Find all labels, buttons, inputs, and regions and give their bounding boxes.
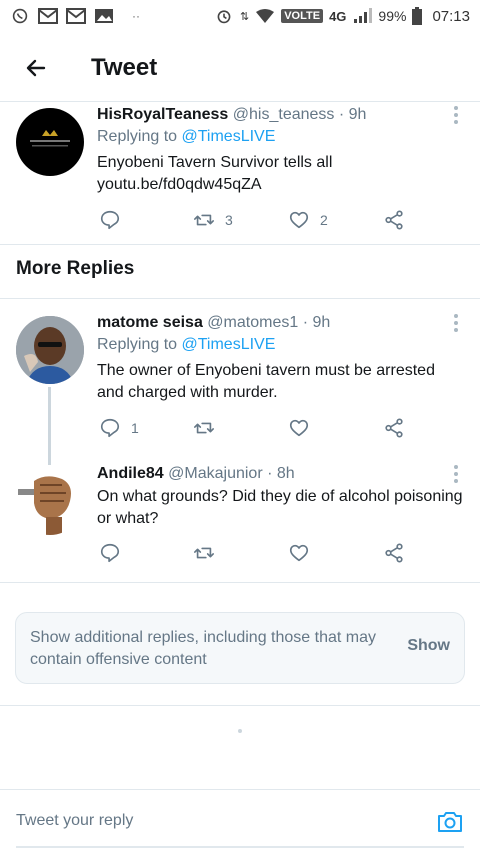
fist-icon <box>18 476 71 535</box>
status-bar: ·· ⇅ VOLTE 4G 99% 07:13 <box>0 0 480 32</box>
section-divider <box>0 582 480 583</box>
share-button[interactable] <box>383 416 405 440</box>
replying-label: Replying to <box>97 128 182 145</box>
reply-icon <box>100 210 120 230</box>
avatar[interactable] <box>16 108 84 176</box>
image-icon <box>95 9 113 23</box>
share-button[interactable] <box>383 541 405 565</box>
tweet-header: matome seisa @matomes1 · 9h <box>97 312 464 334</box>
tweet-text: Enyobeni Tavern Survivor tells all <box>97 154 333 171</box>
display-name[interactable]: HisRoyalTeaness <box>97 106 228 123</box>
more-options-icon[interactable] <box>454 106 458 124</box>
tweet-text: The owner of Enyobeni tavern must be arr… <box>97 362 435 401</box>
page-title: Tweet <box>91 54 158 81</box>
display-name[interactable]: matome seisa <box>97 314 203 331</box>
offensive-content-notice: Show additional replies, including those… <box>15 612 465 684</box>
gmail-icon <box>66 8 86 24</box>
section-divider <box>0 244 480 245</box>
gmail-icon <box>38 8 58 24</box>
tweet-link[interactable]: youtu.be/fd0qdw45qZA <box>97 174 464 196</box>
replying-label: Replying to <box>97 336 182 353</box>
tweet-time: · 8h <box>267 465 295 482</box>
avatar[interactable] <box>16 316 84 384</box>
crown-logo-icon <box>30 130 70 147</box>
network-type: 4G <box>329 8 347 24</box>
replying-to: Replying to @TimesLIVE <box>97 334 464 356</box>
user-photo-icon <box>16 316 84 384</box>
alarm-icon <box>217 10 231 24</box>
tweet-time: · 9h <box>302 314 331 331</box>
retweet-button[interactable] <box>193 416 225 440</box>
volte-badge: VOLTE <box>281 9 324 23</box>
reply-count: 1 <box>131 420 139 436</box>
like-count: 2 <box>320 212 328 228</box>
tweet-header: Andile84 @Makajunior · 8h <box>97 463 464 485</box>
section-divider <box>0 705 480 706</box>
whatsapp-icon <box>12 8 28 24</box>
mention-link[interactable]: @TimesLIVE <box>182 336 276 353</box>
retweet-icon <box>194 547 214 559</box>
reply-button[interactable] <box>99 208 131 232</box>
like-button[interactable] <box>288 541 320 565</box>
reply-button[interactable]: 1 <box>99 416 139 440</box>
heart-icon <box>289 544 309 562</box>
back-button[interactable] <box>16 48 56 88</box>
user-handle: @his_teaness <box>232 106 335 123</box>
battery-percent: 99% <box>378 8 407 24</box>
tweet-item[interactable]: matome seisa @matomes1 · 9h Replying to … <box>0 312 480 447</box>
clock: 07:13 <box>432 7 470 25</box>
retweet-icon <box>194 422 214 434</box>
heart-icon <box>289 419 309 437</box>
dots-icon: ·· <box>132 9 140 23</box>
loading-indicator <box>238 729 242 733</box>
user-handle: @matomes1 <box>207 314 299 331</box>
section-divider <box>0 298 480 299</box>
tweet-time: · 9h <box>338 106 367 123</box>
share-icon <box>385 543 403 563</box>
thread-line <box>48 387 51 465</box>
data-arrows-icon: ⇅ <box>240 10 250 23</box>
reply-icon <box>100 418 120 438</box>
share-icon <box>385 210 403 230</box>
arrow-left-icon <box>26 59 46 77</box>
notice-text: Show additional replies, including those… <box>30 629 376 668</box>
signal-icon <box>354 8 373 23</box>
user-handle: @Makajunior <box>168 465 263 482</box>
reply-icon <box>100 543 120 563</box>
replying-to: Replying to @TimesLIVE <box>97 126 464 148</box>
tweet-header: HisRoyalTeaness @his_teaness · 9h <box>97 104 464 126</box>
more-options-icon[interactable] <box>454 314 458 332</box>
reply-button[interactable] <box>99 541 131 565</box>
more-options-icon[interactable] <box>454 465 458 483</box>
camera-icon[interactable] <box>436 808 464 836</box>
wifi-icon <box>256 9 275 23</box>
reply-input[interactable]: Tweet your reply <box>16 812 133 830</box>
retweet-button[interactable]: 3 <box>193 208 233 232</box>
tweet-item[interactable]: HisRoyalTeaness @his_teaness · 9h Replyi… <box>0 104 480 244</box>
avatar[interactable] <box>16 467 84 535</box>
heart-icon <box>289 211 309 229</box>
show-button[interactable]: Show <box>407 637 450 655</box>
share-button[interactable] <box>383 208 405 232</box>
like-button[interactable] <box>288 416 320 440</box>
section-title: More Replies <box>16 258 135 279</box>
retweet-count: 3 <box>225 212 233 228</box>
tweet-item[interactable]: Andile84 @Makajunior · 8h On what ground… <box>0 463 480 573</box>
like-button[interactable]: 2 <box>288 208 328 232</box>
retweet-button[interactable] <box>193 541 225 565</box>
mention-link[interactable]: @TimesLIVE <box>182 128 276 145</box>
header-divider <box>0 101 480 102</box>
tweet-text: On what grounds? Did they die of alcohol… <box>97 488 463 527</box>
display-name[interactable]: Andile84 <box>97 465 164 482</box>
reply-composer: Tweet your reply <box>0 790 480 854</box>
top-app-bar: Tweet <box>0 40 480 96</box>
share-icon <box>385 418 403 438</box>
reply-input-underline <box>16 846 464 848</box>
battery-icon <box>412 7 423 25</box>
retweet-icon <box>194 214 214 226</box>
